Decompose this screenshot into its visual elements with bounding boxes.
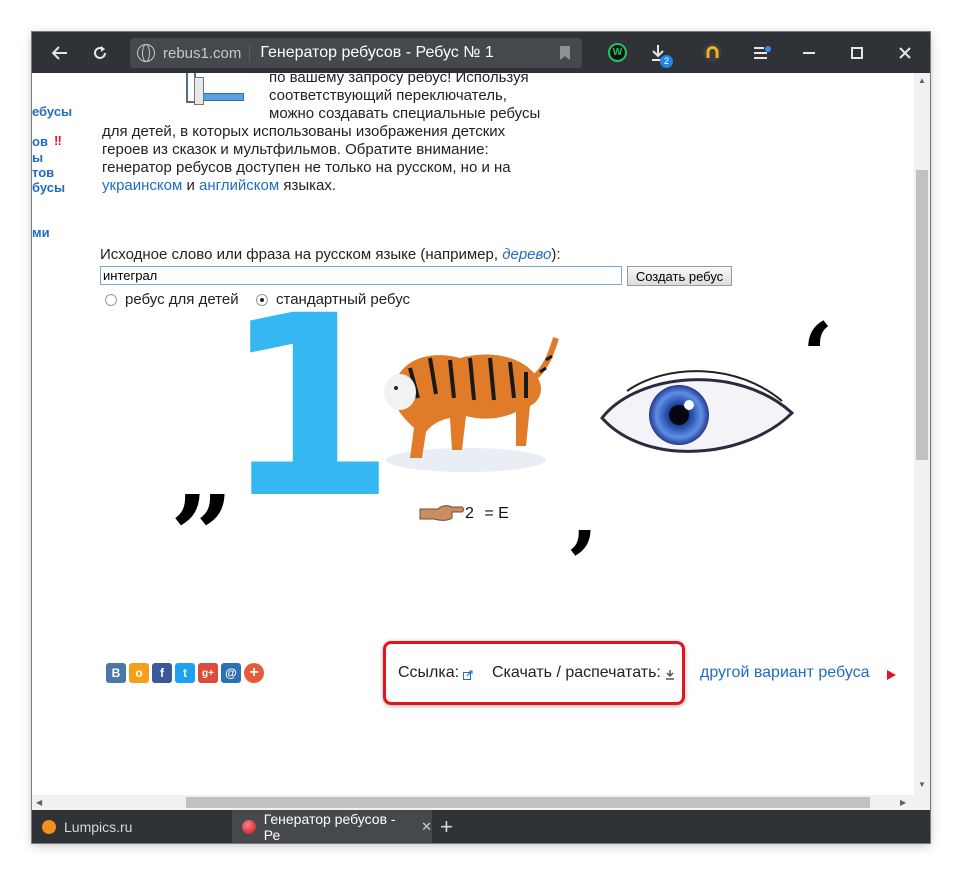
intro-and: и	[186, 177, 195, 194]
scroll-left-icon[interactable]: ◀	[36, 798, 42, 807]
other-variant-link[interactable]: другой вариант ребуса	[700, 664, 870, 682]
facebook-icon[interactable]: f	[152, 663, 172, 683]
mail-icon[interactable]: @	[221, 663, 241, 683]
intro-tail: языках.	[283, 177, 337, 194]
bookmark-icon[interactable]	[560, 46, 570, 60]
tab-bar: Lumpics.ru Генератор ребусов - Ре ✕ +	[32, 810, 930, 843]
intro-line-5: героев из сказок и мультфильмов. Обратит…	[102, 141, 489, 158]
tab-lumpics-label: Lumpics.ru	[64, 818, 133, 835]
tab-rebus[interactable]: Генератор ребусов - Ре ✕	[232, 810, 432, 843]
new-tab-button[interactable]: +	[440, 810, 460, 843]
download-label[interactable]: Скачать / распечатать:	[492, 664, 661, 682]
extension-vpn-icon[interactable]	[703, 43, 722, 62]
rebus-comma-bottom: ‚	[568, 460, 600, 566]
input-label-end: ):	[551, 246, 561, 263]
horizontal-scroll-thumb[interactable]	[186, 797, 870, 808]
close-window-icon[interactable]	[895, 32, 915, 73]
sidebar-link-rebusy[interactable]: ебусы	[32, 104, 72, 119]
scroll-up-icon[interactable]: ▲	[918, 76, 926, 85]
tiger-image	[384, 337, 559, 472]
vk-icon[interactable]: В	[106, 663, 126, 683]
next-arrow-icon[interactable]	[887, 670, 896, 680]
scroll-right-icon[interactable]: ▶	[900, 798, 906, 807]
input-label: Исходное слово или фраза на русском язык…	[100, 246, 561, 263]
social-share: В о f t g+ @ +	[106, 663, 264, 683]
download-icon[interactable]	[665, 670, 675, 680]
pointing-finger-icon	[419, 505, 464, 521]
intro-line-7: украинском и английском языках.	[102, 177, 336, 195]
extension-w-icon[interactable]: W	[608, 43, 627, 62]
sidebar-alert-mark: ‼	[54, 133, 62, 148]
minimize-icon[interactable]	[799, 32, 819, 73]
rebus-favicon-icon	[242, 819, 256, 834]
browser-titlebar: rebus1.com Генератор ребусов - Ребус № 1…	[32, 32, 930, 73]
rebus-rule: 2 = E	[465, 505, 509, 523]
intro-line-3: можно создавать специальные ребусы	[269, 105, 541, 122]
google-plus-icon[interactable]: g+	[198, 663, 218, 683]
link-label[interactable]: Ссылка:	[398, 664, 459, 682]
vertical-scroll-thumb[interactable]	[916, 170, 928, 460]
radio-kids-dot[interactable]	[105, 293, 117, 306]
rebus-rule-equals: = E	[484, 505, 509, 522]
create-rebus-button[interactable]: Создать ребус	[627, 266, 732, 286]
back-icon[interactable]	[50, 32, 70, 73]
more-share-icon[interactable]: +	[244, 663, 264, 683]
tab-close-icon[interactable]: ✕	[421, 819, 432, 835]
twitter-icon[interactable]: t	[175, 663, 195, 683]
input-label-text: Исходное слово или фраза на русском язык…	[100, 246, 499, 263]
horizontal-scrollbar[interactable]: ◀ ▶	[32, 795, 914, 810]
scroll-down-icon[interactable]: ▼	[918, 780, 926, 789]
sidebar-link-6[interactable]: ми	[32, 225, 50, 240]
menu-icon[interactable]	[750, 32, 774, 73]
tab-rebus-label: Генератор ребусов - Ре	[263, 810, 396, 843]
sidebar-link-5[interactable]: бусы	[32, 180, 65, 195]
lumpics-favicon-icon	[42, 819, 56, 834]
downloads-icon[interactable]: 2	[648, 32, 673, 73]
reload-icon[interactable]	[90, 32, 110, 73]
tab-lumpics[interactable]: Lumpics.ru	[32, 810, 232, 843]
maximize-icon[interactable]	[847, 32, 867, 73]
intro-line-1: по вашему запросу ребус! Используя	[269, 73, 529, 86]
scrollbar-corner	[914, 795, 930, 810]
address-domain: rebus1.com	[163, 44, 251, 62]
intro-line-2: соответствующий переключатель,	[269, 87, 507, 104]
address-bar[interactable]: rebus1.com Генератор ребусов - Ребус № 1	[130, 38, 582, 68]
example-link[interactable]: дерево	[502, 246, 551, 263]
vertical-scrollbar[interactable]: ▲ ▼	[914, 73, 930, 795]
eye-image	[600, 370, 795, 453]
odnoklassniki-icon[interactable]: о	[129, 663, 149, 683]
intro-line-4: для детей, в которых использованы изобра…	[102, 123, 506, 140]
link-english[interactable]: английском	[199, 177, 279, 194]
downloads-badge: 2	[660, 55, 673, 68]
external-link-icon[interactable]	[463, 670, 473, 680]
radio-kids[interactable]: ребус для детей	[105, 291, 239, 308]
browser-window: rebus1.com Генератор ребусов - Ребус № 1…	[32, 32, 930, 843]
sidebar-link-3[interactable]: ы	[32, 150, 43, 165]
rebus-comma-top: ‘	[802, 303, 834, 409]
globe-icon	[137, 44, 155, 62]
sidebar-link-4[interactable]: тов	[32, 165, 54, 180]
header-illustration	[124, 73, 264, 113]
address-page-title: Генератор ребусов - Ребус № 1	[260, 44, 494, 61]
link-ukrainian[interactable]: украинском	[102, 177, 182, 194]
intro-line-6: генератор ребусов доступен не только на …	[102, 159, 511, 176]
sidebar-link-2[interactable]: ов	[32, 134, 48, 149]
page-viewport: ебусы ов ‼ ы тов бусы ми по вашему запро…	[32, 73, 914, 795]
rebus-rule-number: 2	[465, 505, 474, 522]
